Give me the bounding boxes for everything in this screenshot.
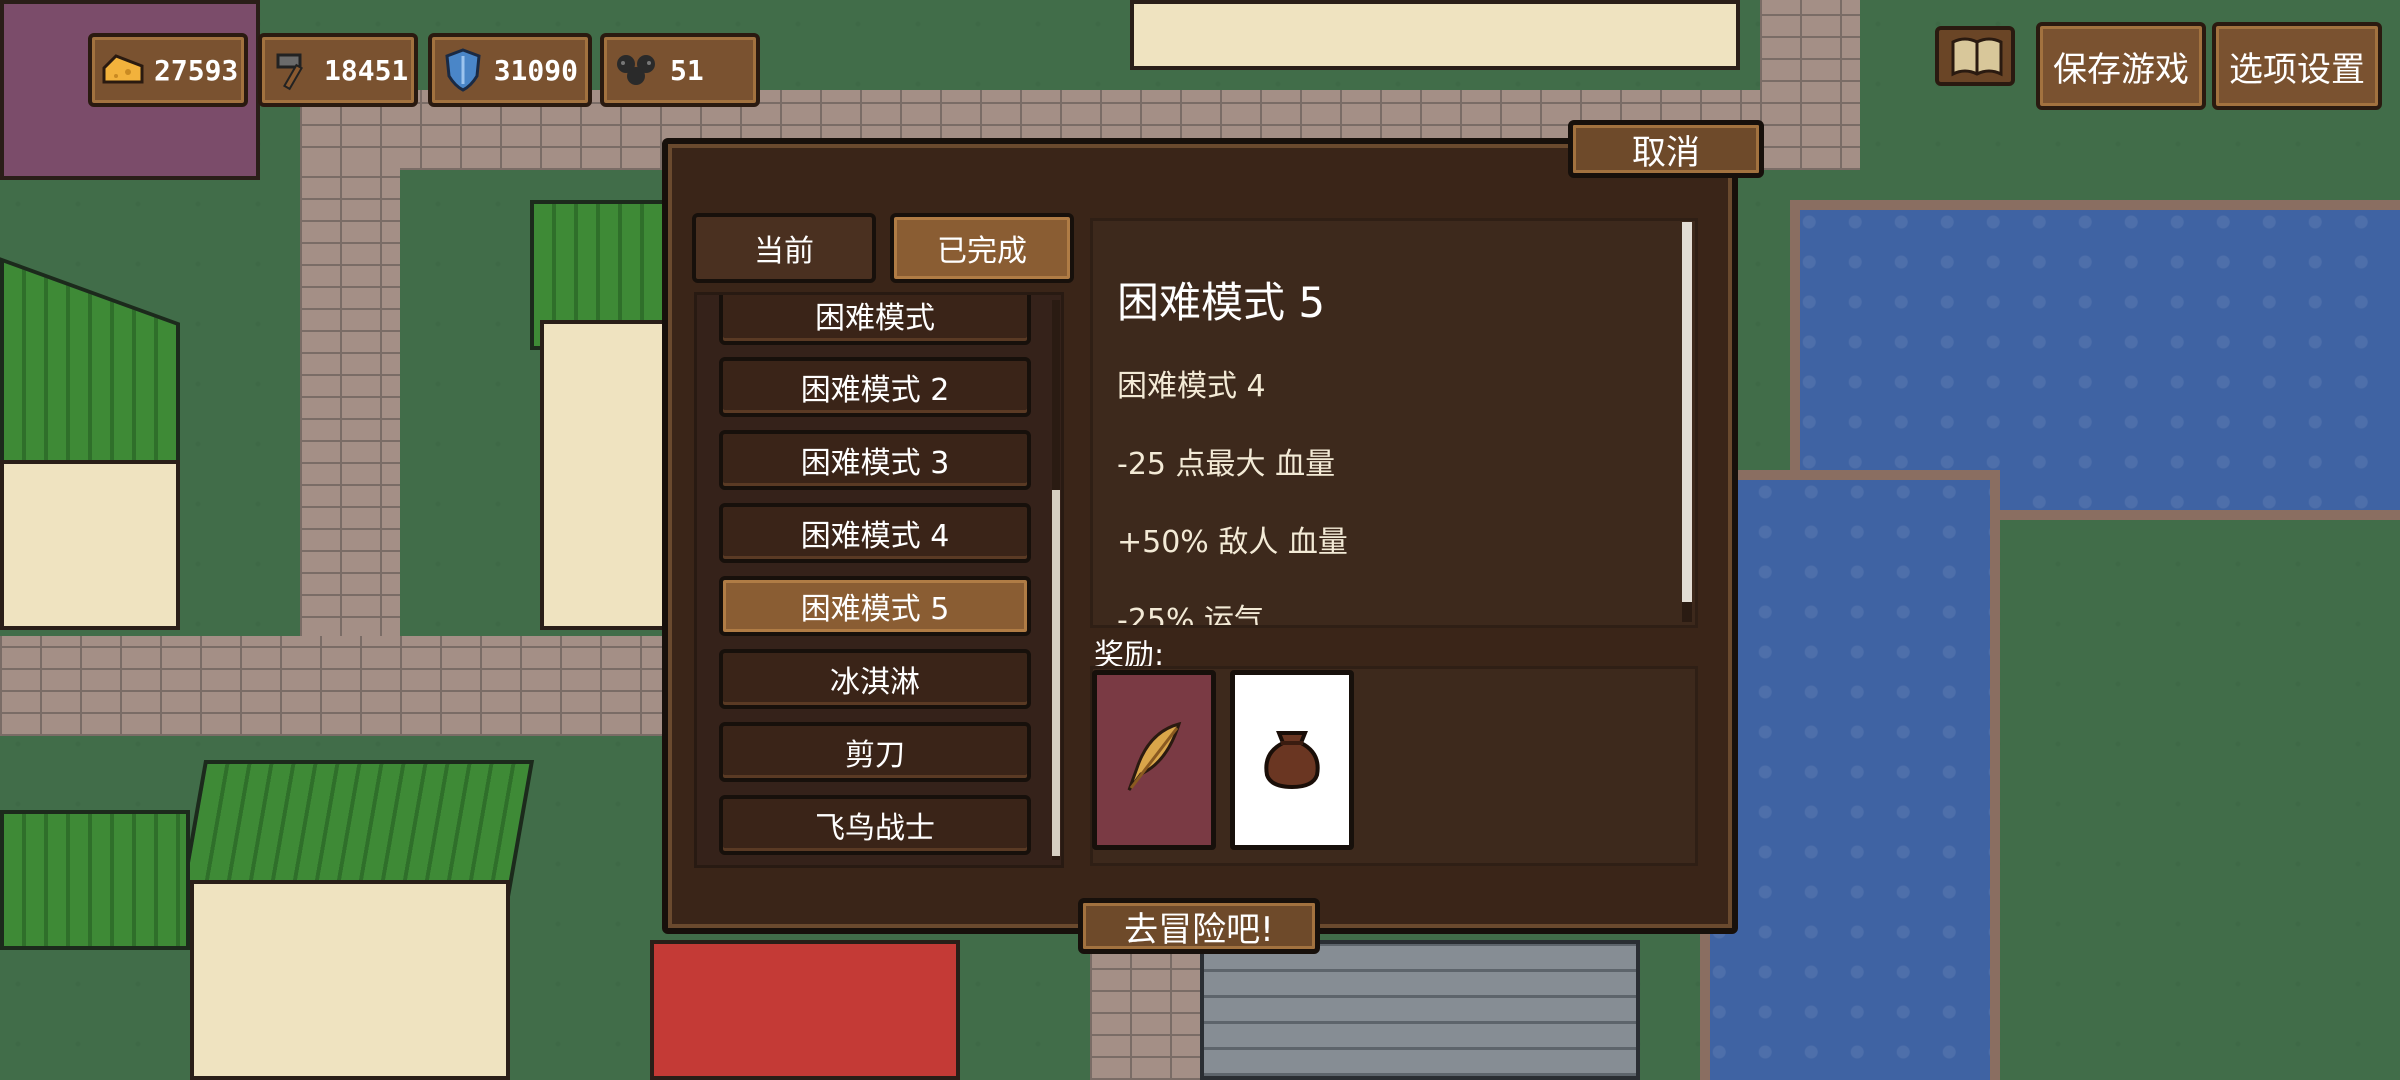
quest-detail-line: -25% 运气 — [1117, 603, 1265, 628]
detail-scrollbar-thumb[interactable] — [1682, 222, 1692, 602]
reward-card-sack[interactable] — [1230, 670, 1354, 850]
cheese-value: 27593 — [154, 53, 239, 87]
skull-value: 51 — [670, 53, 704, 87]
shield-icon — [442, 47, 484, 93]
quest-list[interactable]: 困难模式 困难模式 2 困难模式 3 困难模式 4 困难模式 5 冰淇淋 剪刀 … — [694, 292, 1064, 868]
road-left-vertical — [300, 160, 400, 640]
quest-detail-line: -25 点最大 血量 — [1117, 447, 1336, 482]
list-item-label: 剪刀 — [845, 738, 905, 773]
list-item[interactable]: 困难模式 — [719, 295, 1031, 345]
road-middle — [0, 636, 700, 736]
house-wall-mid — [540, 320, 670, 630]
list-item[interactable]: 困难模式 2 — [719, 357, 1031, 417]
cheese-icon — [102, 47, 144, 93]
road-top-right — [1760, 0, 1860, 170]
tab-current-label: 当前 — [754, 234, 814, 269]
list-item-label: 困难模式 2 — [800, 373, 950, 408]
hammer-value: 18451 — [324, 53, 409, 87]
cancel-button[interactable]: 取消 — [1568, 120, 1764, 178]
shield-counter: 31090 — [428, 33, 592, 107]
tab-completed[interactable]: 已完成 — [890, 213, 1074, 283]
go-adventure-label: 去冒险吧! — [1124, 909, 1274, 950]
journal-button[interactable] — [1935, 26, 2015, 86]
cheese-counter: 27593 — [88, 33, 248, 107]
list-item[interactable]: 飞鸟战士 — [719, 795, 1031, 855]
list-item[interactable]: 困难模式 3 — [719, 430, 1031, 490]
quest-detail-line: 困难模式 4 — [1117, 369, 1266, 404]
list-item-selected[interactable]: 困难模式 5 — [719, 576, 1031, 636]
house-wall-left — [0, 460, 180, 630]
options-label: 选项设置 — [2229, 49, 2365, 90]
church — [1200, 940, 1640, 1080]
skull-counter: 51 — [600, 33, 760, 107]
list-item-label: 困难模式 3 — [800, 446, 950, 481]
hammer-icon — [272, 47, 314, 93]
save-game-label: 保存游戏 — [2053, 49, 2189, 90]
list-item-label: 冰淇淋 — [830, 665, 920, 700]
sack-icon — [1257, 723, 1327, 797]
list-item[interactable]: 困难模式 4 — [719, 503, 1031, 563]
save-game-button[interactable]: 保存游戏 — [2036, 22, 2206, 110]
quest-detail-panel: 困难模式 5 困难模式 4 -25 点最大 血量 +50% 敌人 血量 -25%… — [1090, 218, 1698, 628]
shield-value: 31090 — [493, 53, 578, 87]
list-item-label: 困难模式 5 — [800, 592, 950, 627]
list-item-label: 困难模式 4 — [800, 519, 950, 554]
list-scrollbar-thumb[interactable] — [1052, 490, 1060, 856]
hammer-counter: 18451 — [258, 33, 418, 107]
house-roof-bottom-left — [0, 810, 190, 950]
feather-icon — [1119, 718, 1189, 802]
road-bottom — [1090, 940, 1200, 1080]
red-building — [650, 940, 960, 1080]
reward-card-feather[interactable] — [1092, 670, 1216, 850]
book-icon — [1949, 36, 2005, 82]
list-item[interactable]: 剪刀 — [719, 722, 1031, 782]
list-item-label: 飞鸟战士 — [815, 811, 935, 846]
tab-completed-label: 已完成 — [937, 234, 1027, 269]
cancel-label: 取消 — [1632, 132, 1700, 173]
house-wall-bottom — [190, 880, 510, 1080]
house-top-center — [1130, 0, 1740, 70]
skull-icon — [614, 47, 660, 93]
tab-current[interactable]: 当前 — [692, 213, 876, 283]
river-lower — [1700, 470, 2000, 1080]
list-item-label: 困难模式 — [815, 301, 935, 336]
list-item[interactable]: 冰淇淋 — [719, 649, 1031, 709]
quest-detail-title: 困难模式 5 — [1117, 278, 1326, 327]
go-adventure-button[interactable]: 去冒险吧! — [1078, 898, 1320, 954]
options-button[interactable]: 选项设置 — [2212, 22, 2382, 110]
quest-detail-line: +50% 敌人 血量 — [1117, 525, 1348, 560]
